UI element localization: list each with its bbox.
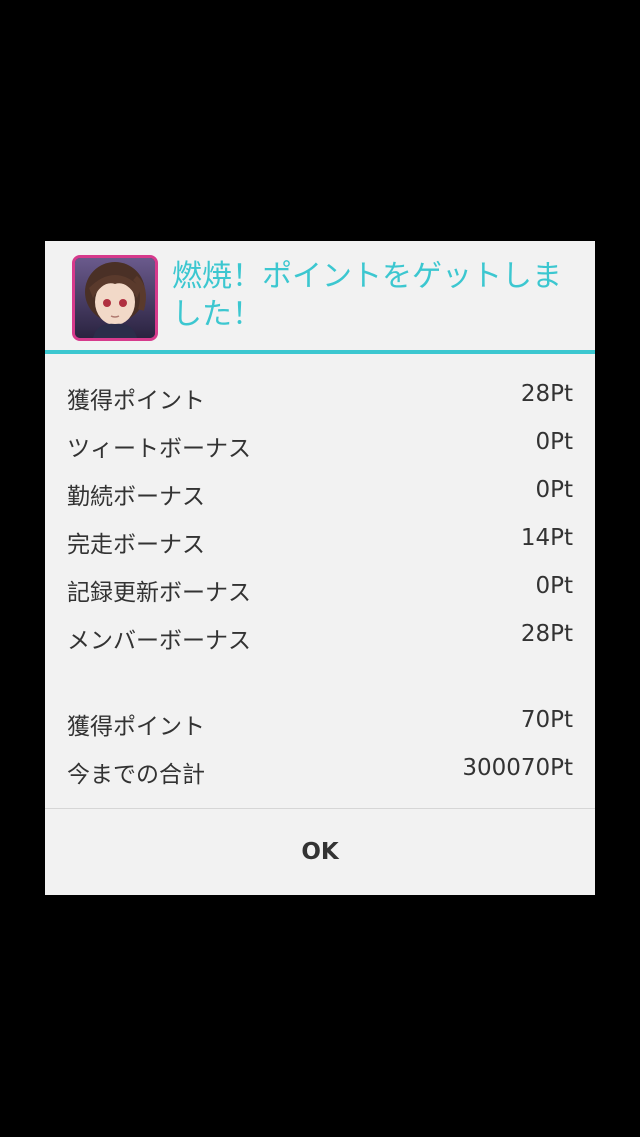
row-label: 獲得ポイント: [67, 714, 205, 740]
dialog-title: 燃焼！ポイントをゲットしました！: [172, 259, 562, 332]
list-item: 獲得ポイント 70Pt: [45, 699, 595, 747]
row-label: 勤続ボーナス: [67, 484, 205, 510]
row-label: 今までの合計: [67, 762, 205, 788]
app-avatar-icon: [72, 255, 158, 341]
dialog-header: 燃焼！ポイントをゲットしました！: [45, 241, 595, 354]
row-value: 70Pt: [520, 707, 573, 733]
row-label: 獲得ポイント: [67, 388, 205, 414]
row-value: 0Pt: [535, 477, 573, 503]
ok-button[interactable]: OK: [45, 809, 595, 895]
list-item: 獲得ポイント 28Pt: [45, 373, 595, 421]
list-item: メンバーボーナス 28Pt: [45, 613, 595, 661]
row-label: 記録更新ボーナス: [67, 580, 251, 606]
row-value: 300070Pt: [462, 755, 573, 781]
row-value: 0Pt: [535, 429, 573, 455]
row-value: 28Pt: [520, 621, 573, 647]
list-item: 勤続ボーナス 0Pt: [45, 469, 595, 517]
row-label: メンバーボーナス: [67, 628, 251, 654]
row-value: 14Pt: [520, 525, 573, 551]
row-label: 完走ボーナス: [67, 532, 205, 558]
points-breakdown-list: 獲得ポイント 28Pt ツィートボーナス 0Pt 勤続ボーナス 0Pt 完走ボー…: [45, 373, 595, 661]
points-summary-list: 獲得ポイント 70Pt 今までの合計 300070Pt: [45, 699, 595, 795]
row-value: 28Pt: [520, 381, 573, 407]
row-label: ツィートボーナス: [67, 436, 251, 462]
list-item: ツィートボーナス 0Pt: [45, 421, 595, 469]
list-item: 記録更新ボーナス 0Pt: [45, 565, 595, 613]
list-item: 今までの合計 300070Pt: [45, 747, 595, 795]
list-item: 完走ボーナス 14Pt: [45, 517, 595, 565]
points-dialog: 燃焼！ポイントをゲットしました！ 獲得ポイント 28Pt ツィートボーナス 0P…: [45, 241, 595, 895]
screen-backdrop: 燃焼！ポイントをゲットしました！ 獲得ポイント 28Pt ツィートボーナス 0P…: [0, 0, 640, 1137]
row-value: 0Pt: [535, 573, 573, 599]
